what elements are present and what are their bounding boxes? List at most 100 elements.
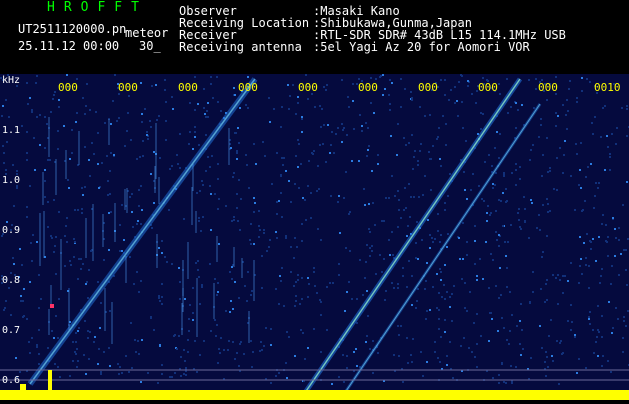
noise-pixel — [607, 360, 609, 362]
noise-pixel — [276, 237, 278, 239]
noise-pixel — [326, 286, 328, 288]
noise-pixel — [508, 343, 510, 345]
x-tick-label: 000 — [298, 81, 318, 94]
noise-pixel — [345, 171, 347, 173]
noise-pixel — [427, 219, 429, 221]
noise-pixel — [498, 199, 500, 201]
noise-pixel — [541, 175, 543, 177]
noise-pixel — [74, 209, 76, 211]
noise-pixel — [236, 207, 238, 209]
noise-pixel — [605, 240, 607, 242]
noise-pixel — [263, 229, 265, 231]
noise-pixel — [93, 153, 95, 155]
noise-pixel — [444, 264, 446, 266]
noise-pixel — [479, 258, 481, 260]
noise-pixel — [407, 362, 409, 364]
noise-pixel — [520, 228, 522, 230]
noise-pixel — [159, 344, 161, 346]
noise-pixel — [202, 184, 204, 186]
noise-pixel — [159, 157, 161, 159]
noise-pixel — [281, 106, 283, 108]
noise-pixel — [536, 227, 538, 229]
noise-pixel — [517, 212, 519, 214]
noise-pixel — [146, 134, 148, 136]
noise-pixel — [118, 117, 120, 119]
noise-pixel — [194, 109, 196, 111]
noise-pixel — [300, 329, 302, 331]
noise-pixel — [108, 212, 110, 214]
noise-pixel — [189, 304, 191, 306]
noise-pixel — [85, 105, 87, 107]
noise-pixel — [346, 355, 348, 357]
noise-pixel — [483, 200, 485, 202]
noise-pixel — [372, 340, 374, 342]
noise-pixel — [444, 202, 446, 204]
noise-pixel — [57, 130, 59, 132]
noise-pixel — [373, 112, 375, 114]
noise-pixel — [405, 207, 407, 209]
noise-pixel — [389, 254, 391, 256]
noise-pixel — [333, 152, 335, 154]
noise-pixel — [199, 303, 201, 305]
noise-pixel — [519, 178, 521, 180]
noise-pixel — [278, 303, 280, 305]
noise-pixel — [312, 153, 314, 155]
noise-pixel — [562, 172, 564, 174]
noise-pixel — [39, 114, 41, 116]
noise-pixel — [285, 237, 287, 239]
noise-pixel — [445, 123, 447, 125]
noise-pixel — [533, 107, 535, 109]
noise-pixel — [355, 348, 357, 350]
noise-pixel — [95, 111, 97, 113]
noise-pixel — [295, 281, 297, 283]
noise-pixel — [319, 105, 321, 107]
noise-pixel — [361, 125, 363, 127]
noise-pixel — [68, 187, 70, 189]
noise-pixel — [234, 94, 236, 96]
noise-pixel — [26, 159, 28, 161]
noise-pixel — [610, 371, 612, 373]
noise-pixel — [201, 180, 203, 182]
noise-pixel — [440, 271, 442, 273]
noise-pixel — [553, 188, 555, 190]
noise-pixel — [297, 102, 299, 104]
noise-pixel — [281, 267, 283, 269]
noise-pixel — [607, 146, 609, 148]
noise-pixel — [69, 158, 71, 160]
noise-pixel — [614, 228, 616, 230]
noise-pixel — [57, 148, 59, 150]
noise-pixel — [136, 271, 138, 273]
noise-pixel — [246, 164, 248, 166]
noise-pixel — [302, 332, 304, 334]
noise-pixel — [64, 265, 66, 267]
noise-pixel — [238, 179, 240, 181]
noise-pixel — [255, 163, 257, 165]
noise-pixel — [476, 343, 478, 345]
noise-pixel — [348, 106, 350, 108]
noise-pixel — [168, 209, 170, 211]
noise-pixel — [556, 340, 558, 342]
noise-pixel — [246, 300, 248, 302]
x-tick-label: 000 — [238, 81, 258, 94]
noise-pixel — [347, 96, 349, 98]
noise-pixel — [72, 341, 74, 343]
noise-pixel — [511, 314, 513, 316]
noise-pixel — [294, 305, 296, 307]
noise-pixel — [51, 237, 53, 239]
noise-pixel — [588, 287, 590, 289]
noise-pixel — [560, 340, 562, 342]
noise-pixel — [492, 183, 494, 185]
noise-pixel — [388, 94, 390, 96]
noise-pixel — [371, 250, 373, 252]
noise-pixel — [121, 372, 123, 374]
noise-pixel — [26, 82, 28, 84]
noise-pixel — [342, 129, 344, 131]
noise-pixel — [250, 223, 252, 225]
noise-pixel — [141, 339, 143, 341]
noise-pixel — [505, 201, 507, 203]
noise-pixel — [617, 318, 619, 320]
noise-pixel — [444, 331, 446, 333]
noise-pixel — [82, 263, 84, 265]
noise-pixel — [118, 373, 120, 375]
noise-pixel — [285, 362, 287, 364]
